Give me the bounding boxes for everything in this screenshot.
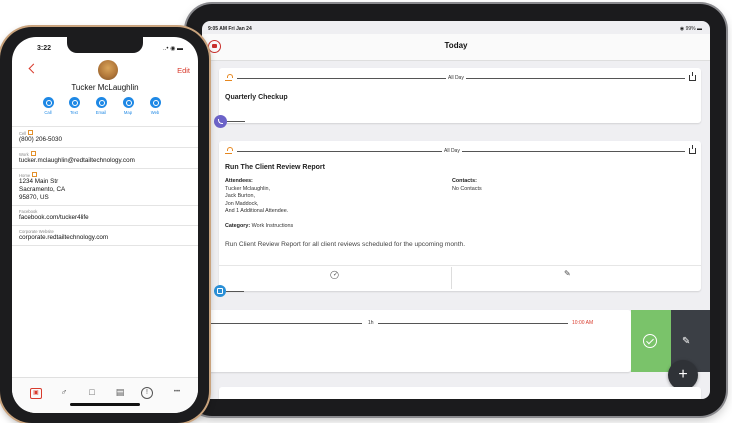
complete-check-mark: ✓: [333, 272, 339, 278]
home-indicator: [70, 403, 140, 406]
event-title: Run The Client Review Report: [225, 164, 325, 171]
action-label: Text: [70, 110, 78, 115]
notch: [67, 37, 143, 53]
event-time: 10:00 AM: [570, 320, 596, 326]
category-line: Category: Work Instructions: [225, 223, 293, 231]
field-home-address[interactable]: Home 1234 Main Str Sacramento, CA 95870,…: [12, 168, 198, 205]
iphone-screen: 3:22 ..• ◉ ▬ Edit Tucker McLaughlin Call…: [12, 37, 198, 413]
field-value: facebook.com/tucker4life: [19, 214, 89, 221]
task-icon: [214, 285, 226, 297]
flag-icon: [30, 151, 36, 156]
action-label: Map: [123, 110, 133, 115]
attendee-name: Jack Burton,: [225, 193, 255, 199]
attendees-block: Attendees: Tucker Mclaughlin, Jack Burto…: [225, 178, 288, 216]
notes-icon[interactable]: ▤: [113, 385, 127, 399]
ipad-screen: 9:05 AM Fri Jan 24 ◉ 99% ▬ Today All Day…: [202, 21, 710, 399]
iphone-device: 3:22 ..• ◉ ▬ Edit Tucker McLaughlin Call…: [0, 27, 209, 423]
swipe-complete-button[interactable]: [631, 310, 671, 372]
field-value: corporate.redtailtechnology.com: [19, 234, 109, 241]
category-label: Category:: [225, 223, 251, 229]
edit-button[interactable]: Edit: [177, 66, 190, 75]
ipad-status-time: 9:05 AM Fri Jan 24: [208, 26, 252, 32]
page-title: Today: [444, 41, 468, 50]
contact-fields: Cell (800) 206-5030 Work tucker.mclaughl…: [12, 126, 198, 246]
field-cell[interactable]: Cell (800) 206-5030: [12, 126, 198, 147]
tab-bar: ▣ ♂ □ ▤ ! •••: [12, 377, 198, 413]
alarm-icon: [225, 74, 233, 81]
category-value: Work Instructions: [251, 223, 294, 229]
calendar-icon[interactable]: □: [85, 385, 99, 399]
call-action[interactable]: Call: [37, 97, 59, 115]
action-label: Call: [44, 110, 52, 115]
ipad-nav-bar: Today: [202, 34, 710, 61]
field-corporate-website[interactable]: Corporate Website corporate.redtailtechn…: [12, 225, 198, 246]
field-value: tucker.mclaughlin@redtailtechnology.com: [19, 157, 135, 164]
field-value: (800) 206-5030: [19, 136, 63, 143]
globe-icon: [149, 97, 161, 108]
phone-call-icon: [214, 115, 227, 128]
person-icon[interactable]: ♂: [57, 385, 71, 399]
flag-icon: [28, 130, 34, 135]
flag-icon: [32, 172, 38, 177]
iphone-status-time: 3:22: [37, 45, 52, 52]
event-card-partial[interactable]: [219, 387, 701, 399]
event-description: Run Client Review Report for all client …: [225, 241, 466, 248]
add-button[interactable]: +: [668, 360, 698, 390]
chat-bubble-icon: [68, 97, 80, 108]
event-all-day-tag: All Day: [442, 148, 462, 154]
email-icon: [95, 97, 107, 108]
contacts-block: Contacts: No Contacts: [452, 178, 482, 193]
ipad-status-bar: 9:05 AM Fri Jan 24 ◉ 99% ▬: [202, 21, 710, 34]
avatar: [98, 60, 118, 80]
text-action[interactable]: Text: [63, 97, 85, 115]
map-pin-icon: [122, 97, 134, 108]
web-action[interactable]: Web: [144, 97, 166, 115]
event-card-10am[interactable]: 1h 10:00 AM: [202, 310, 631, 372]
email-action[interactable]: Email: [90, 97, 112, 115]
event-card-quarterly-checkup[interactable]: All Day Quarterly Checkup: [219, 68, 701, 123]
pencil-icon[interactable]: ✎: [564, 269, 571, 278]
check-circle-icon: [643, 334, 657, 348]
event-title: Quarterly Checkup: [225, 94, 288, 101]
attendee-name: Tucker Mclaughlin,: [225, 185, 271, 192]
event-all-day-tag: All Day: [446, 75, 466, 81]
alarm-icon: [225, 147, 233, 154]
attendee-name: Jon Maddock,: [225, 200, 259, 207]
phone-icon: [42, 97, 54, 108]
field-value: 1234 Main Str Sacramento, CA 95870, US: [19, 178, 66, 201]
tray-download-icon[interactable]: [689, 72, 696, 81]
more-icon[interactable]: •••: [168, 385, 186, 399]
contact-card-icon[interactable]: ▣: [30, 388, 42, 399]
map-action[interactable]: Map: [117, 97, 139, 115]
ipad-device: 9:05 AM Fri Jan 24 ◉ 99% ▬ Today All Day…: [186, 4, 726, 416]
attendee-more: And 1 Additional Attendee.: [225, 208, 289, 214]
iphone-status-icons: ..• ◉ ▬: [162, 46, 183, 52]
field-facebook[interactable]: Facebook facebook.com/tucker4life: [12, 205, 198, 225]
tray-download-icon[interactable]: [689, 145, 696, 154]
contact-name: Tucker McLaughlin: [71, 83, 139, 92]
contacts-value: No Contacts: [452, 185, 482, 192]
attendees-label: Attendees:: [225, 178, 253, 184]
contacts-label: Contacts:: [452, 178, 477, 184]
field-work-email[interactable]: Work tucker.mclaughlin@redtailtechnology…: [12, 147, 198, 168]
contact-actions: Call Text Email Map Web: [37, 97, 177, 121]
back-chevron-icon[interactable]: [28, 63, 39, 74]
event-duration: 1h: [366, 320, 376, 326]
pencil-icon: ✎: [682, 336, 691, 347]
action-label: Web: [150, 110, 160, 115]
action-label: Email: [95, 110, 107, 115]
ipad-status-battery: ◉ 99% ▬: [679, 26, 702, 32]
alert-icon[interactable]: !: [141, 387, 153, 399]
event-card-client-review[interactable]: All Day Run The Client Review Report Att…: [219, 141, 701, 291]
